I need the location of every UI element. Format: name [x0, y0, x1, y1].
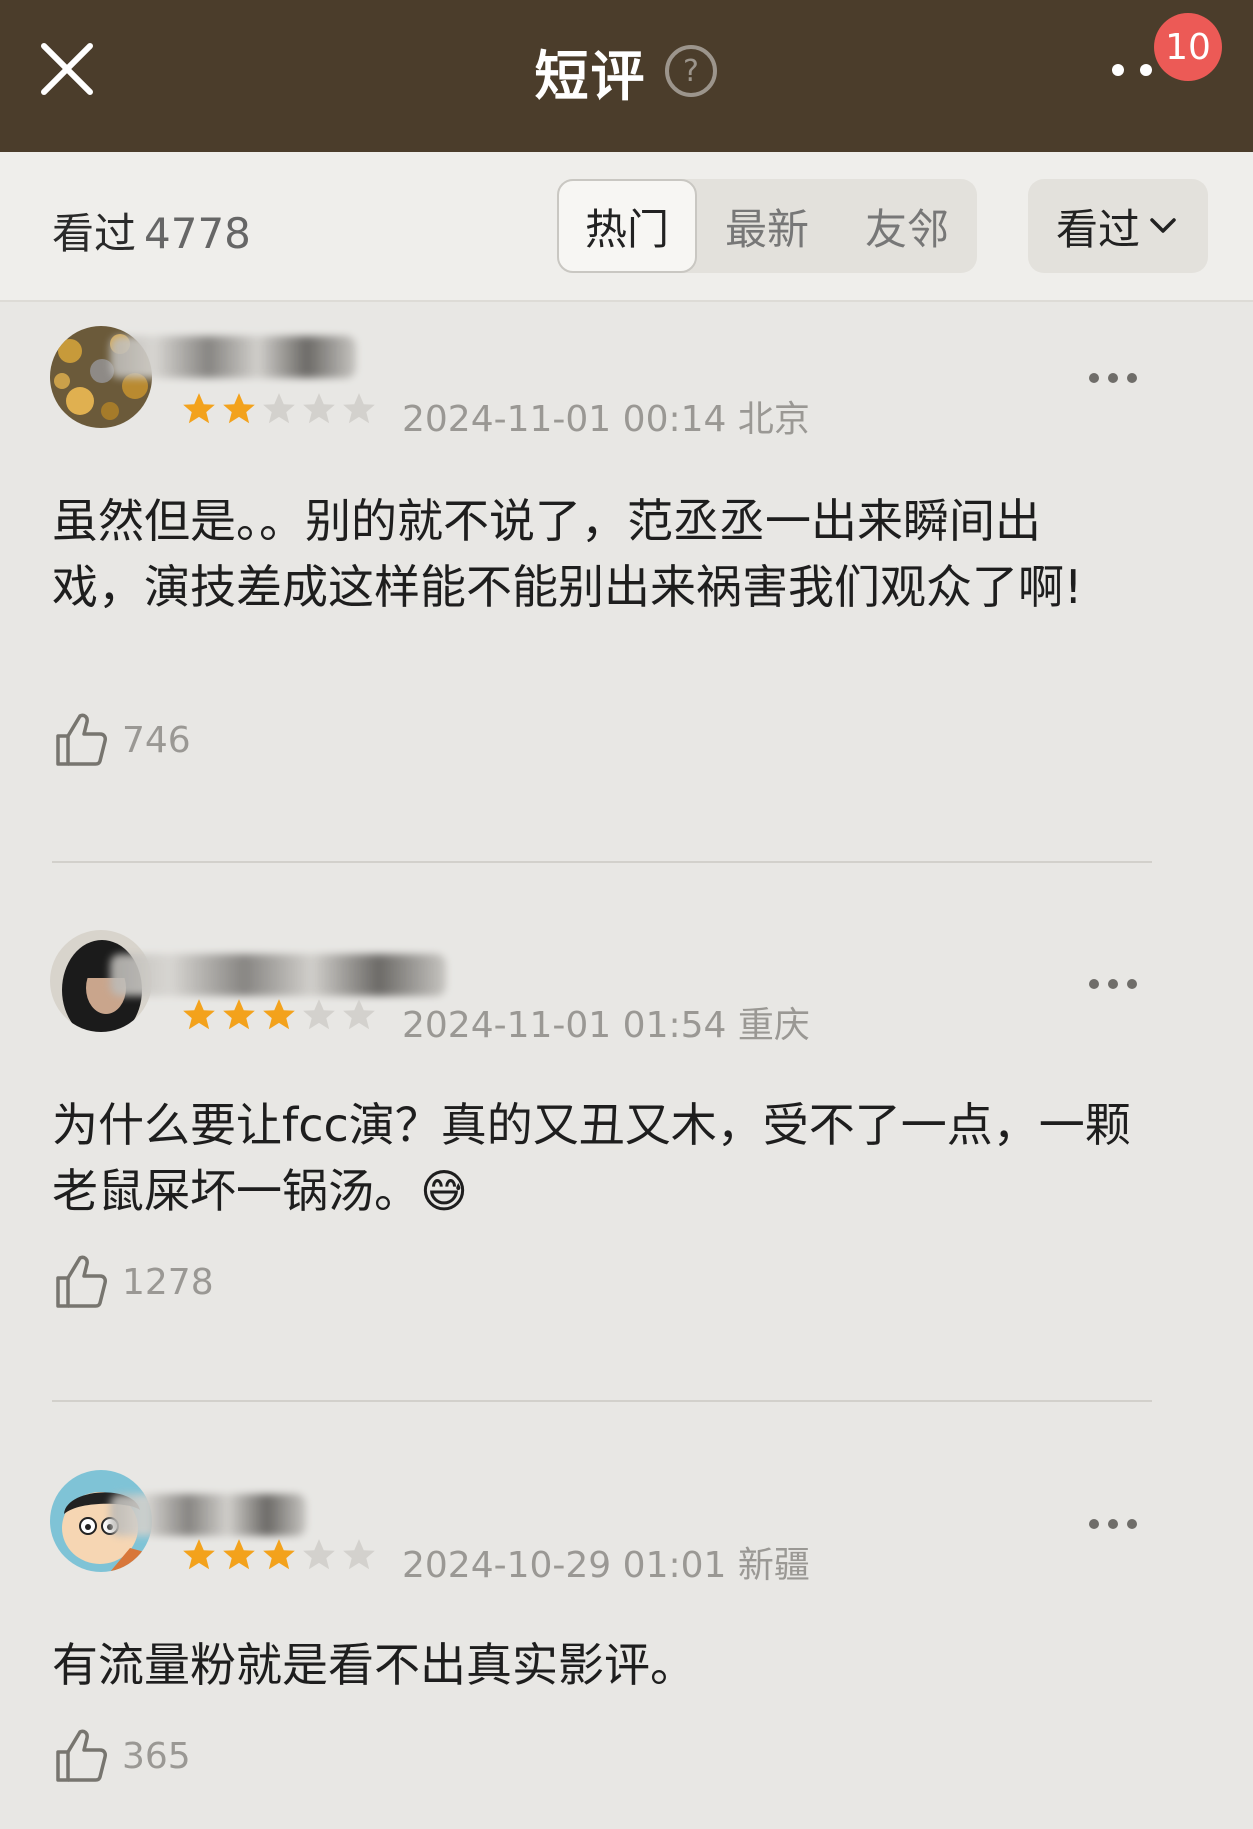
- like-count: 1278: [122, 1261, 214, 1303]
- seen-label: 看过: [52, 209, 137, 258]
- review-meta: 2024-11-01 01:54 重庆: [402, 996, 810, 1048]
- seen-number: 4778: [144, 209, 251, 258]
- chevron-down-icon: [1150, 218, 1176, 233]
- tab-latest[interactable]: 最新: [697, 179, 837, 273]
- review-text: 有流量粉就是看不出真实影评。: [52, 1638, 696, 1692]
- seen-count: 看过 4778: [52, 200, 251, 261]
- review-meta: 2024-10-29 01:01 新疆: [402, 1536, 810, 1588]
- star-icon: [183, 999, 215, 1030]
- thumbs-up-icon: [56, 1729, 107, 1782]
- star-icon: [183, 1539, 215, 1570]
- rating-stars: [180, 1536, 378, 1574]
- star-icon: [343, 393, 375, 424]
- more-icon[interactable]: [1086, 1516, 1140, 1532]
- star-icon: [303, 1539, 335, 1570]
- tab-hot[interactable]: 热门: [557, 179, 697, 273]
- svg-text:?: ?: [683, 54, 699, 89]
- like-count: 365: [122, 1735, 191, 1777]
- review-location: 北京: [737, 399, 810, 440]
- thumbs-up-icon: [56, 1255, 107, 1308]
- review-text: 虽然但是。。别的就不说了，范丞丞一出来瞬间出戏，演技差成这样能不能别出来祸害我们…: [52, 494, 1083, 614]
- star-icon: [263, 999, 295, 1030]
- help-icon[interactable]: ?: [663, 43, 719, 99]
- star-icon: [303, 393, 335, 424]
- review-date: 2024-11-01 00:14: [402, 399, 727, 440]
- rating-stars: [180, 996, 378, 1034]
- username-blurred[interactable]: [110, 336, 356, 378]
- star-icon: [263, 393, 295, 424]
- username-blurred[interactable]: [110, 954, 446, 996]
- notification-badge[interactable]: 10: [1154, 13, 1222, 81]
- dropdown-label: 看过: [1055, 204, 1140, 254]
- more-icon[interactable]: [1108, 60, 1158, 80]
- username-blurred[interactable]: [110, 1494, 306, 1536]
- review-date: 2024-11-01 01:54: [402, 1005, 727, 1046]
- like-button[interactable]: 746: [52, 710, 191, 770]
- star-icon: [263, 1539, 295, 1570]
- review-location: 新疆: [737, 1545, 810, 1586]
- review-text: 为什么要让fcc演？真的又丑又木，受不了一点，一颗老鼠屎坏一锅汤。😅: [52, 1098, 1131, 1218]
- like-button[interactable]: 365: [52, 1726, 191, 1786]
- review-meta: 2024-11-01 00:14 北京: [402, 390, 810, 442]
- like-count: 746: [122, 719, 191, 761]
- like-button[interactable]: 1278: [52, 1252, 214, 1312]
- review-location: 重庆: [737, 1005, 810, 1046]
- page-title: 短评: [534, 44, 647, 108]
- rating-stars: [180, 390, 378, 428]
- star-icon: [343, 999, 375, 1030]
- thumbs-up-icon: [56, 713, 107, 766]
- star-icon: [303, 999, 335, 1030]
- star-icon: [183, 393, 215, 424]
- tab-friends[interactable]: 友邻: [837, 179, 977, 273]
- title-group: 短评 ?: [0, 36, 1253, 108]
- star-icon: [223, 393, 255, 424]
- review-date: 2024-10-29 01:01: [402, 1545, 727, 1586]
- star-icon: [223, 1539, 255, 1570]
- divider: [52, 1400, 1152, 1402]
- star-icon: [343, 1539, 375, 1570]
- more-icon[interactable]: [1086, 976, 1140, 992]
- filter-bar: 看过 4778 热门 最新 友邻 看过: [0, 152, 1253, 302]
- divider: [52, 861, 1152, 863]
- status-dropdown[interactable]: 看过: [1028, 179, 1208, 273]
- more-icon[interactable]: [1086, 370, 1140, 386]
- sort-tabs: 热门 最新 友邻: [557, 179, 977, 273]
- star-icon: [223, 999, 255, 1030]
- top-bar: 短评 ? 10: [0, 0, 1253, 152]
